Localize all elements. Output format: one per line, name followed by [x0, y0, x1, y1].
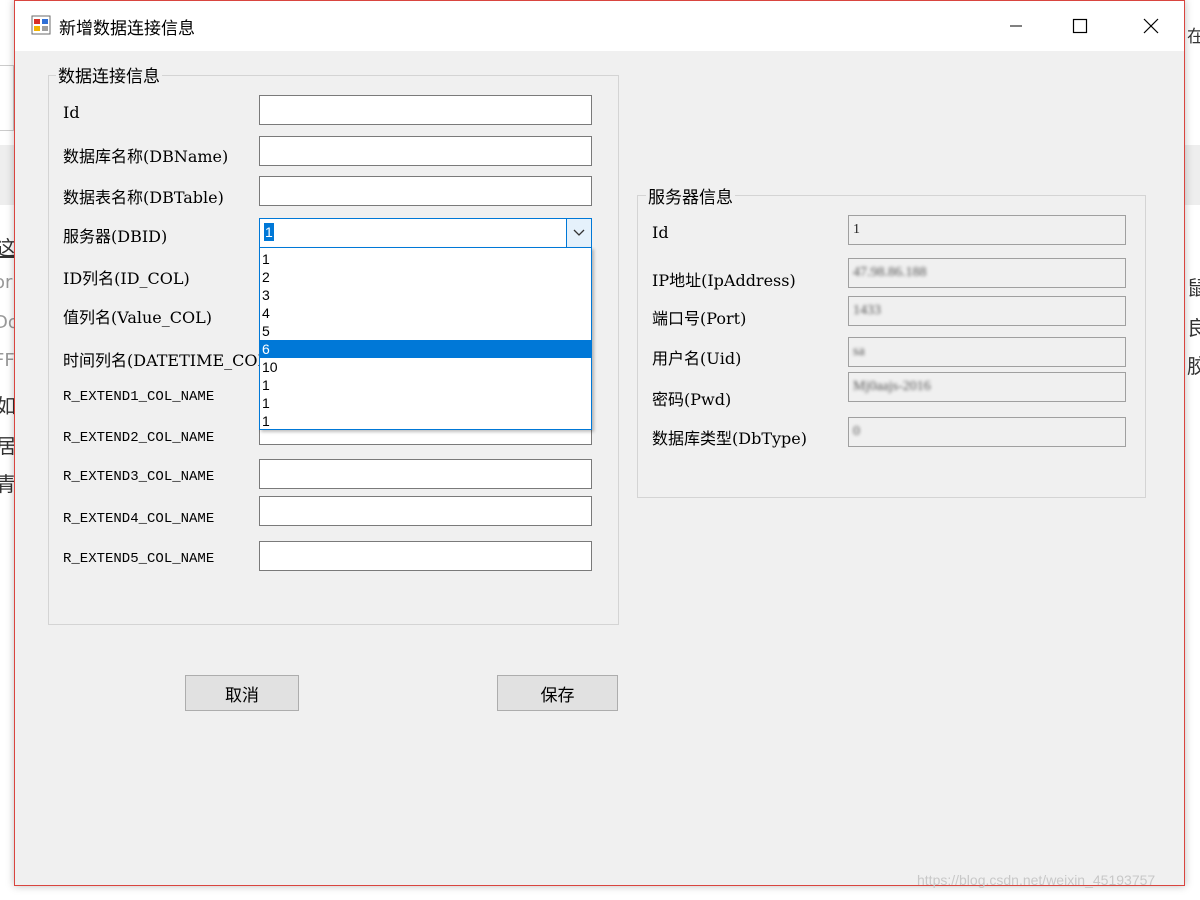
uid-label: 用户名(Uid): [652, 349, 742, 368]
dbtype-value: 0: [848, 417, 1126, 447]
close-button[interactable]: [1119, 1, 1183, 51]
server-info-title: 服务器信息: [646, 183, 735, 208]
id-input[interactable]: [259, 95, 592, 125]
background-text: FF: [0, 350, 15, 371]
save-button[interactable]: 保存: [497, 675, 618, 711]
background-text: 鼠: [1187, 276, 1200, 300]
r-extend1-label: R_EXTEND1_COL_NAME: [63, 389, 215, 405]
dbname-input[interactable]: [259, 136, 592, 166]
dbid-combobox[interactable]: 1: [259, 218, 592, 248]
dbid-label: 服务器(DBID): [63, 227, 168, 246]
dbid-option[interactable]: 1: [260, 250, 591, 268]
pwd-label: 密码(Pwd): [652, 390, 732, 409]
watermark-text: https://blog.csdn.net/weixin_45193757: [917, 872, 1156, 888]
dbid-option[interactable]: 3: [260, 286, 591, 304]
r-extend4-input[interactable]: [259, 496, 592, 526]
background-text: 胶: [1187, 354, 1200, 378]
port-label: 端口号(Port): [652, 309, 747, 328]
r-extend4-label: R_EXTEND4_COL_NAME: [63, 511, 215, 527]
maximize-button[interactable]: [1048, 1, 1112, 51]
window-title: 新增数据连接信息: [59, 19, 195, 39]
dbtype-text: 0: [853, 424, 860, 439]
dbid-dropdown-list: 1 2 3 4 5 6 10 1 1 1: [259, 247, 592, 430]
datetime-col-label: 时间列名(DATETIME_COL): [63, 351, 275, 370]
ip-address-value: 47.98.86.188: [848, 258, 1126, 288]
r-extend3-label: R_EXTEND3_COL_NAME: [63, 469, 215, 485]
dbid-option[interactable]: 1: [260, 376, 591, 394]
dbid-option[interactable]: 2: [260, 268, 591, 286]
pwd-text: Mj0aajs-2016: [853, 379, 931, 394]
r-extend5-label: R_EXTEND5_COL_NAME: [63, 551, 215, 567]
r-extend2-label: R_EXTEND2_COL_NAME: [63, 430, 215, 446]
background-bottom-strip: [0, 886, 1200, 900]
id-col-label: ID列名(ID_COL): [63, 269, 190, 288]
cancel-button[interactable]: 取消: [185, 675, 299, 711]
connection-info-title: 数据连接信息: [56, 62, 162, 87]
dbname-label: 数据库名称(DBName): [63, 147, 229, 166]
dbid-option[interactable]: 1: [260, 394, 591, 412]
dbtable-label: 数据表名称(DBTable): [63, 188, 224, 207]
background-window-right: 在 鼠 良 胶: [1185, 0, 1200, 900]
port-value: 1433: [848, 296, 1126, 326]
uid-value: sa: [848, 337, 1126, 367]
dbid-option[interactable]: 4: [260, 304, 591, 322]
dbid-selected-value: 1: [264, 223, 274, 241]
chevron-down-icon: [573, 229, 585, 236]
dbtable-input[interactable]: [259, 176, 592, 206]
dbtype-label: 数据库类型(DbType): [652, 429, 807, 448]
id-label: Id: [63, 103, 80, 122]
minimize-icon: [1010, 25, 1022, 27]
ip-address-text: 47.98.86.188: [853, 265, 927, 280]
title-bar[interactable]: 新增数据连接信息: [15, 1, 1184, 51]
ip-address-label: IP地址(IpAddress): [652, 271, 796, 290]
port-text: 1433: [853, 303, 881, 318]
maximize-icon: [1072, 18, 1088, 34]
server-id-label: Id: [652, 223, 669, 242]
value-col-label: 值列名(Value_COL): [63, 308, 212, 327]
dbid-option-highlighted[interactable]: 6: [260, 340, 591, 358]
background-window-left: 这 or Do FF 如 居 青: [0, 0, 19, 900]
dbid-dropdown-button[interactable]: [566, 219, 591, 247]
background-text: or: [0, 272, 13, 293]
uid-text: sa: [853, 344, 865, 359]
background-text: 良: [1187, 316, 1200, 340]
r-extend3-input[interactable]: [259, 459, 592, 489]
dbid-option[interactable]: 5: [260, 322, 591, 340]
dbid-option[interactable]: 1: [260, 412, 591, 430]
close-icon: [1143, 18, 1159, 34]
background-text: 在: [1187, 27, 1200, 47]
minimize-button[interactable]: [984, 1, 1048, 51]
dbid-option[interactable]: 10: [260, 358, 591, 376]
app-form-icon: [31, 15, 51, 35]
server-id-value: 1: [848, 215, 1126, 245]
r-extend5-input[interactable]: [259, 541, 592, 571]
dialog-window: 新增数据连接信息 数据连接信息 Id 数据库名称(DBName) 数据表名称(D…: [14, 0, 1185, 886]
pwd-value: Mj0aajs-2016: [848, 372, 1126, 402]
